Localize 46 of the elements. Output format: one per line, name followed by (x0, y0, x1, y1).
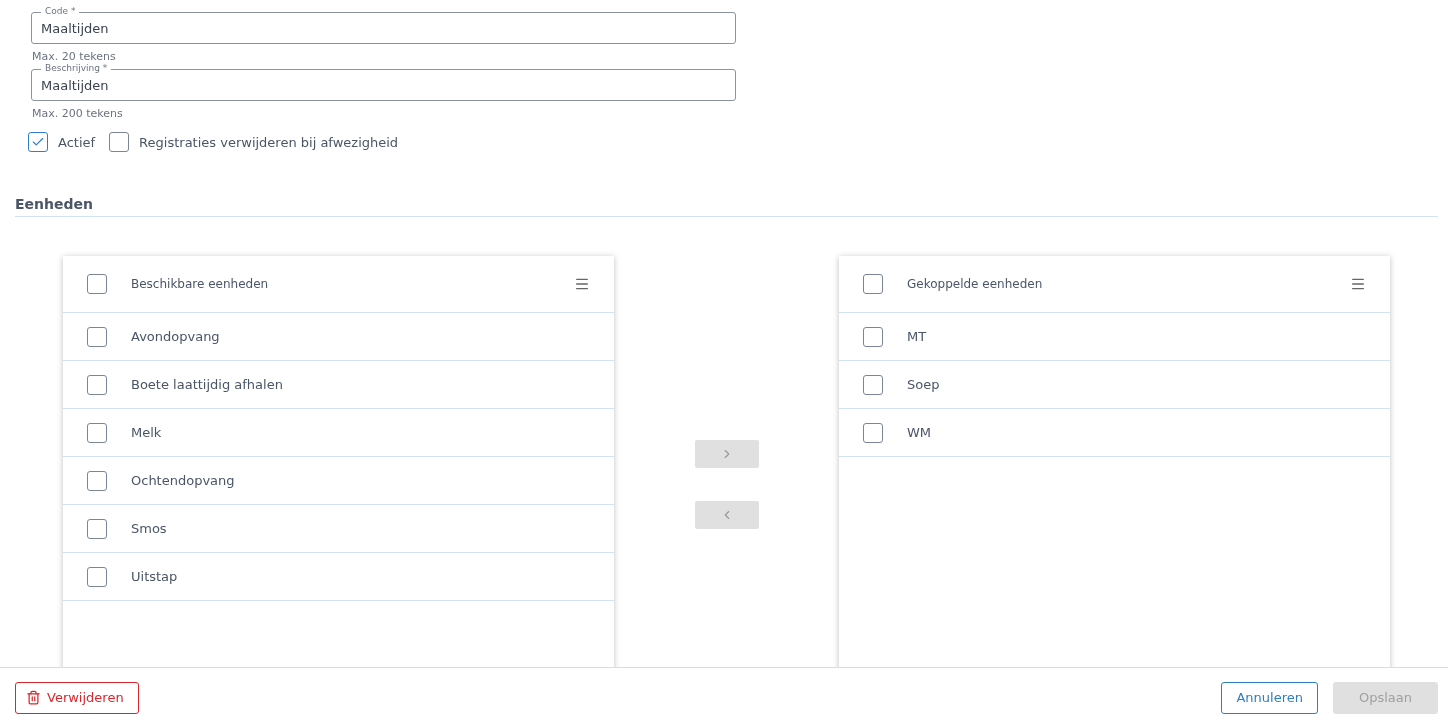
item-label: Avondopvang (131, 329, 220, 344)
field-label: Code * (41, 5, 80, 17)
checkbox[interactable] (87, 566, 107, 587)
checkbox-label: Registraties verwijderen bij afwezigheid (139, 134, 399, 150)
checkbox[interactable] (863, 374, 883, 395)
item-label: Soep (907, 377, 940, 392)
checkbox[interactable] (87, 470, 107, 491)
checkbox[interactable] (28, 132, 48, 152)
select-all-checkbox[interactable] (863, 274, 883, 294)
checkbox[interactable] (87, 374, 107, 395)
item-label: Ochtendopvang (131, 473, 235, 488)
list-item[interactable]: Avondopvang (63, 313, 614, 361)
list-item[interactable]: Melk (63, 409, 614, 457)
checkbox[interactable] (863, 326, 883, 347)
list-title: Gekoppelde eenheden (907, 277, 1044, 291)
checkbox[interactable] (863, 422, 883, 443)
checkbox[interactable] (109, 132, 130, 152)
item-label: Melk (131, 425, 162, 440)
list-item[interactable]: WM (839, 409, 1390, 457)
check-icon (31, 135, 45, 149)
delete-button[interactable]: Verwijderen (15, 681, 139, 714)
cancel-button[interactable]: Annuleren (1221, 681, 1318, 714)
checkbox[interactable] (87, 518, 107, 539)
item-label: Uitstap (131, 569, 178, 584)
menu-icon[interactable] (574, 276, 590, 292)
item-label: Smos (131, 521, 167, 536)
list-item[interactable]: Boete laattijdig afhalen (63, 361, 614, 409)
item-label: MT (907, 329, 927, 344)
section-heading: Eenheden (15, 196, 1438, 217)
list-item[interactable]: MT (839, 313, 1390, 361)
list-item[interactable]: Ochtendopvang (63, 457, 614, 505)
trash-icon (26, 690, 41, 705)
list-item[interactable]: Uitstap (63, 553, 614, 601)
field-hint: Max. 20 tekens (32, 50, 117, 63)
item-label: Boete laattijdig afhalen (131, 377, 283, 392)
list-item[interactable]: Smos (63, 505, 614, 553)
list-item[interactable]: Soep (839, 361, 1390, 409)
select-all-checkbox[interactable] (87, 274, 107, 294)
checkbox[interactable] (87, 326, 107, 347)
checkbox-label: Actief (58, 134, 96, 150)
item-label: WM (907, 425, 932, 440)
checkbox[interactable] (87, 422, 107, 443)
field-label: Beschrijving * (41, 62, 112, 74)
list-title: Beschikbare eenheden (131, 277, 270, 291)
field-hint: Max. 200 tekens (32, 107, 124, 120)
menu-icon[interactable] (1350, 276, 1366, 292)
